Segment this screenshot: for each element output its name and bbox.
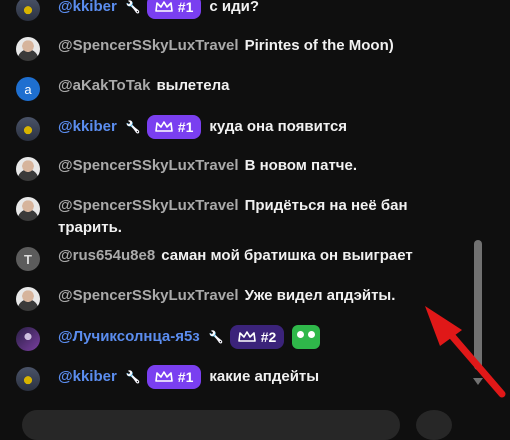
red-annotation-arrow-icon xyxy=(425,306,506,398)
send-button[interactable] xyxy=(416,410,452,440)
chat-input[interactable] xyxy=(22,410,400,440)
